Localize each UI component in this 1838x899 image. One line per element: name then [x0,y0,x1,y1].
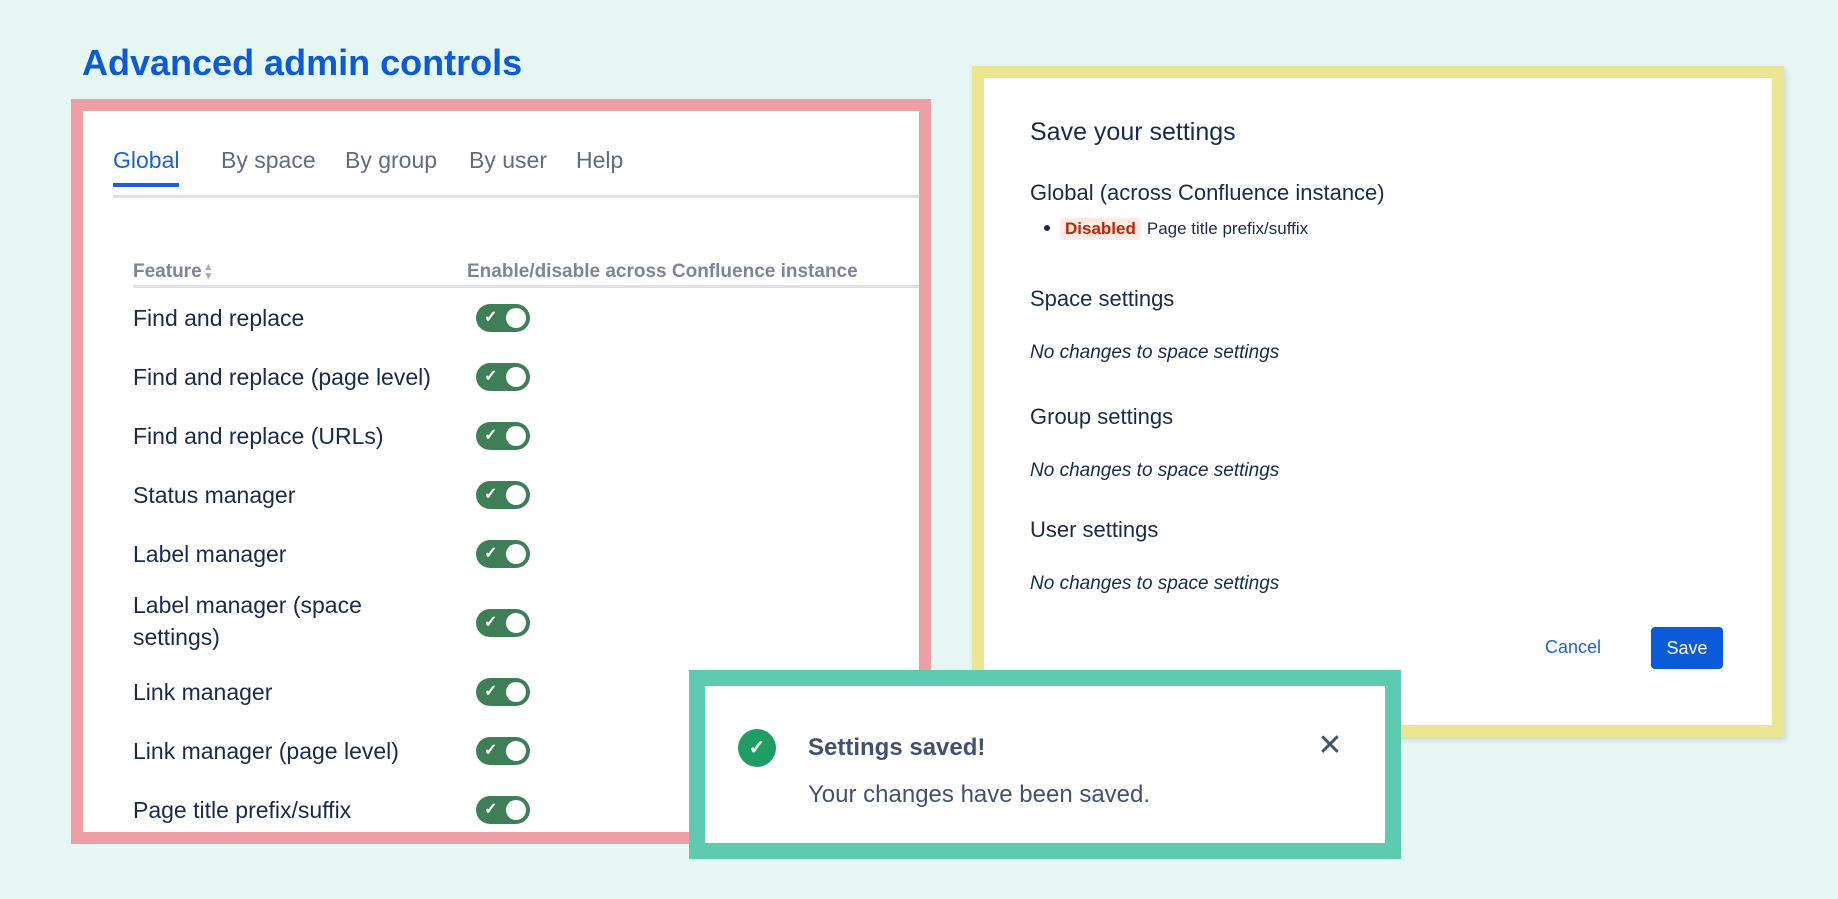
tab-global[interactable]: Global [113,147,180,187]
feature-label: Link manager (page level) [133,738,399,764]
save-settings-dialog: Save your settings Global (across Conflu… [972,66,1784,737]
enable-column-header: Enable/disable across Confluence instanc… [467,261,858,282]
status-badge: Disabled [1060,218,1141,240]
tab-by-group[interactable]: By group [345,147,437,174]
dialog-title: Save your settings [1030,118,1236,146]
feature-toggle[interactable]: ✓ [476,540,530,568]
tab-by-space[interactable]: By space [221,147,316,174]
success-toast: ✓ Settings saved! Your changes have been… [689,670,1401,859]
check-icon: ✓ [484,368,498,385]
feature-label: Link manager [133,679,273,705]
tab-by-user[interactable]: By user [469,147,547,174]
group-settings-heading: Group settings [1030,404,1174,429]
space-settings-heading: Space settings [1030,286,1175,311]
feature-toggle[interactable]: ✓ [476,678,530,706]
feature-label: Find and replace (URLs) [133,423,384,449]
user-settings-heading: User settings [1030,517,1159,542]
feature-column-label: Feature [133,261,202,282]
check-icon: ✓ [484,545,498,562]
check-icon: ✓ [484,309,498,326]
feature-toggle[interactable]: ✓ [476,609,530,637]
sort-icon: ▴ ▾ [205,260,212,282]
toast-title: Settings saved! [808,734,986,761]
feature-toggle[interactable]: ✓ [476,796,530,824]
check-icon: ✓ [484,427,498,444]
group-settings-note: No changes to space settings [1030,460,1280,481]
tab-help[interactable]: Help [576,147,623,174]
feature-toggle[interactable]: ✓ [476,737,530,765]
close-icon[interactable]: ✕ [1314,730,1346,762]
check-icon: ✓ [484,683,498,700]
changed-feature-label: Page title prefix/suffix [1146,219,1309,238]
feature-label: Find and replace [133,305,305,331]
check-icon: ✓ [484,801,498,818]
feature-toggle[interactable]: ✓ [476,363,530,391]
save-button[interactable]: Save [1651,627,1723,669]
tab-bar: Global By space By group By user Help [83,111,919,198]
success-check-icon: ✓ [738,729,776,767]
check-icon: ✓ [484,486,498,503]
feature-label: Label manager (space settings) [133,592,362,650]
feature-toggle[interactable]: ✓ [476,304,530,332]
space-settings-note: No changes to space settings [1030,342,1280,363]
feature-toggle[interactable]: ✓ [476,481,530,509]
feature-label: Label manager [133,541,287,567]
page-title: Advanced admin controls [82,42,523,83]
check-icon: ✓ [484,614,498,631]
cancel-button[interactable]: Cancel [1545,637,1601,658]
table-header: Feature ▴ ▾ Enable/disable across Confluen… [133,249,919,288]
feature-label: Status manager [133,482,296,508]
bullet [1044,225,1050,232]
global-heading: Global (across Confluence instance) [1030,180,1385,205]
tabs-divider [113,195,919,198]
feature-column-header[interactable]: Feature ▴ ▾ [133,261,211,283]
toast-message: Your changes have been saved. [808,781,1151,808]
check-icon: ✓ [484,742,498,759]
feature-label: Page title prefix/suffix [133,797,352,823]
feature-label: Find and replace (page level) [133,364,431,390]
feature-toggle[interactable]: ✓ [476,422,530,450]
global-change-item: Disabled Page title prefix/suffix [1030,218,1308,240]
user-settings-note: No changes to space settings [1030,573,1280,594]
